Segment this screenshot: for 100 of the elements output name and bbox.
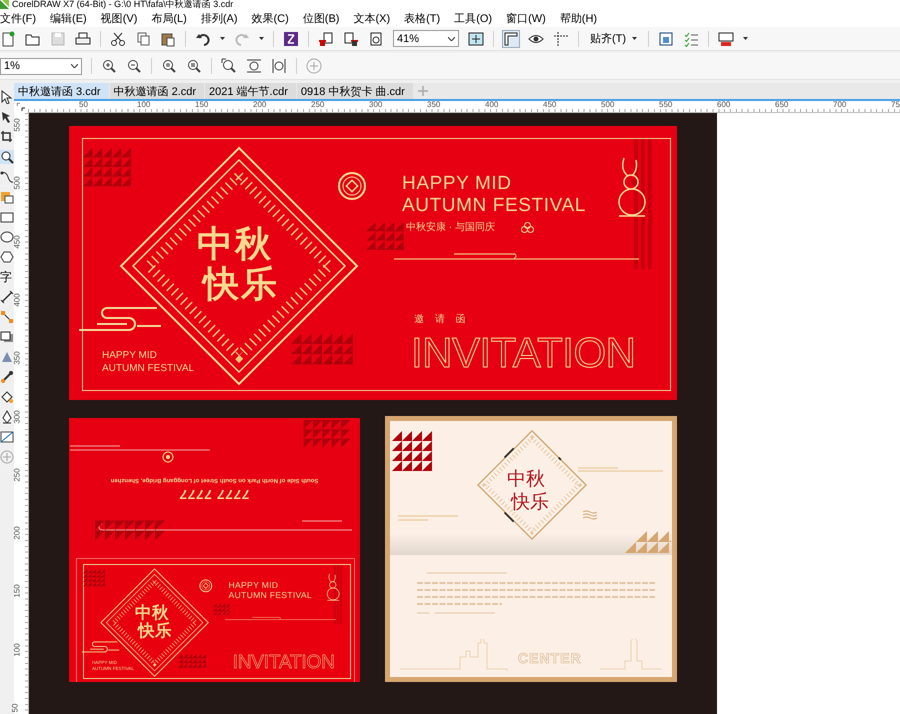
- copy-icon[interactable]: [135, 30, 151, 46]
- triangle-pattern-drawing: [178, 652, 206, 668]
- caret-icon[interactable]: [220, 37, 225, 40]
- interactive-fill-icon[interactable]: [0, 430, 14, 444]
- ellipse-tool-icon[interactable]: [0, 230, 14, 244]
- transparency-icon[interactable]: [0, 350, 14, 364]
- checklist-icon[interactable]: [683, 30, 700, 46]
- ruler-label: 75: [891, 101, 900, 109]
- caret-icon: [448, 36, 455, 40]
- ruler-label: 150: [14, 584, 22, 598]
- smart-fill-icon[interactable]: [0, 190, 14, 204]
- paste-icon[interactable]: [160, 30, 176, 46]
- menu-item[interactable]: 排列(A): [200, 11, 238, 26]
- polygon-tool-icon[interactable]: [0, 250, 14, 264]
- menu-item[interactable]: 文本(X): [353, 11, 390, 26]
- connector-tool-icon[interactable]: [0, 310, 14, 324]
- print-icon[interactable]: [75, 30, 91, 46]
- title-text: 快乐: [511, 493, 549, 512]
- coin-icon: [198, 579, 213, 594]
- guidelines-icon[interactable]: [553, 30, 569, 46]
- text-tool[interactable]: 字: [0, 270, 12, 284]
- ruler-label: 500: [14, 176, 22, 190]
- fill-tool-icon[interactable]: [0, 390, 14, 404]
- menu-item[interactable]: 工具(O): [454, 11, 492, 26]
- small-headline: HAPPY MID: [102, 351, 157, 361]
- zoom-all-icon[interactable]: [186, 58, 202, 74]
- ruler-label: 50: [11, 704, 20, 712]
- ruler-label: 150: [195, 101, 208, 109]
- ruler-label: 650: [775, 101, 788, 109]
- stripes-drawing: [334, 564, 344, 624]
- invitation-label: 邀 请 函: [414, 315, 470, 325]
- crop-tool-icon[interactable]: [0, 130, 14, 144]
- document-tab[interactable]: 中秋邀请函 2.cdr: [110, 83, 204, 99]
- headline: HAPPY MID: [228, 580, 278, 590]
- ruler-label: 50: [79, 101, 88, 109]
- zoom-dropdown[interactable]: 1%: [0, 58, 82, 74]
- menu-item[interactable]: 效果(C): [252, 11, 289, 26]
- import-icon[interactable]: [318, 30, 334, 46]
- ruler-origin-icon[interactable]: [17, 103, 25, 111]
- snap-dropdown[interactable]: 贴齐(T): [588, 31, 640, 46]
- scissors-icon[interactable]: [110, 30, 126, 46]
- ruler-label: 200: [253, 101, 266, 109]
- document-tab[interactable]: 中秋邀请函 3.cdr: [14, 83, 109, 99]
- new-file-icon[interactable]: [0, 30, 16, 46]
- menu-item[interactable]: 视图(V): [100, 11, 138, 26]
- freehand-tool-icon[interactable]: [0, 170, 14, 184]
- export-icon[interactable]: [343, 30, 359, 46]
- drop-shadow-icon[interactable]: [0, 330, 14, 344]
- triangle-pattern-drawing: [625, 531, 671, 553]
- ruler-label: 450: [14, 234, 22, 248]
- zoom-page-icon[interactable]: [221, 58, 237, 74]
- menu-item[interactable]: 编辑(E): [50, 11, 87, 26]
- small-headline: AUTUMN FESTIVAL: [102, 364, 194, 374]
- zoom-dropdown[interactable]: 41%: [393, 30, 459, 47]
- title-text: 中秋: [197, 226, 273, 262]
- caret-icon[interactable]: [743, 37, 748, 40]
- launcher-icon[interactable]: [283, 30, 299, 46]
- rabbit-icon: [324, 572, 340, 601]
- invitation-title: INVITATION: [411, 332, 636, 374]
- pick-tool-icon[interactable]: [0, 90, 14, 104]
- eyedropper-icon[interactable]: [0, 370, 14, 384]
- menu-item[interactable]: 布局(L): [151, 11, 187, 26]
- cloud-icon: [80, 640, 120, 654]
- menu-item[interactable]: 文件(F): [0, 11, 36, 26]
- menu-item[interactable]: 帮助(H): [560, 11, 598, 26]
- dimension-tool-icon[interactable]: [0, 290, 14, 304]
- ornament-line-drawing: [398, 514, 458, 522]
- triangle-pattern-drawing: [390, 431, 434, 471]
- color-icon[interactable]: [718, 30, 734, 46]
- ruler-label: 550: [659, 101, 672, 109]
- horizontal-ruler[interactable]: 50 100 150 200 250 300 350 400 450 500 550 600 650 700 75: [28, 101, 900, 113]
- triangle-pattern-drawing: [212, 602, 230, 616]
- menu-item[interactable]: 表格(T): [404, 11, 440, 26]
- zoom-width-icon[interactable]: [246, 58, 262, 74]
- zoom-selected-icon[interactable]: [161, 58, 177, 74]
- document-tab[interactable]: 2021 端午节.cdr: [205, 83, 296, 99]
- options-icon[interactable]: [658, 30, 674, 46]
- rulers-icon[interactable]: [503, 30, 519, 46]
- ruler-label: 100: [137, 101, 150, 109]
- zoom-height-icon[interactable]: [271, 58, 287, 74]
- ruler-label: 200: [14, 526, 22, 540]
- rectangle-tool-icon[interactable]: [0, 210, 14, 224]
- menu-item[interactable]: 位图(B): [302, 11, 340, 26]
- flower-icon: [521, 222, 534, 235]
- zoom-in-icon[interactable]: [101, 58, 117, 74]
- zoom-out-icon[interactable]: [126, 58, 142, 74]
- pdf-icon[interactable]: [368, 30, 384, 46]
- caret-icon[interactable]: [259, 37, 264, 40]
- full-screen-icon[interactable]: [468, 30, 484, 46]
- title-text: 中秋: [507, 470, 545, 489]
- menu-item[interactable]: 窗口(W): [506, 11, 546, 26]
- caret-icon: [632, 37, 638, 40]
- pen-icon[interactable]: [0, 410, 14, 424]
- ruler-label: 350: [14, 352, 22, 365]
- ruler-label: 700: [833, 101, 846, 109]
- zoom-tool-icon[interactable]: [0, 150, 14, 164]
- triangle-pattern-drawing: [83, 146, 131, 188]
- caret-icon: [71, 64, 78, 68]
- document-tab[interactable]: 0918 中秋贺卡 曲.cdr: [296, 83, 413, 99]
- triangle-pattern-drawing: [365, 222, 405, 250]
